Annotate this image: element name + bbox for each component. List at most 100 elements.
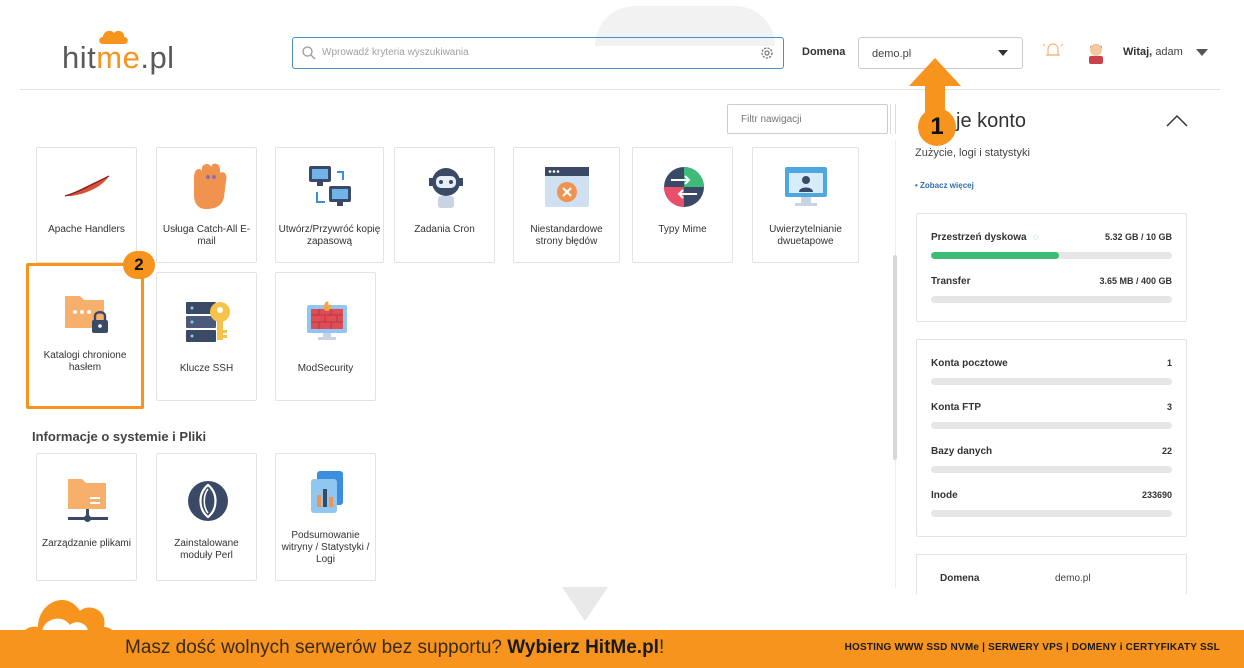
usage-row-disk: Przestrzeń dyskowa ◌ 5.32 GB / 10 GB: [931, 232, 1172, 262]
count-row-mail: Konta pocztowe 1: [931, 358, 1172, 388]
domain-info-card: Domena demo.pl: [916, 554, 1187, 594]
counts-card: Konta pocztowe 1 Konta FTP 3 Bazy danych…: [916, 339, 1187, 537]
domain-select-value: demo.pl: [872, 48, 912, 60]
count-value: 3: [1166, 402, 1172, 412]
usage-progress-bar: [931, 296, 1172, 303]
two-factor-icon: [781, 162, 831, 212]
see-more-link[interactable]: • Zobacz więcej: [915, 181, 974, 190]
content-scrollbar[interactable]: [893, 255, 897, 460]
callout-badge-2: 2: [123, 251, 155, 279]
count-row-inode: Inode 233690: [931, 490, 1172, 520]
tile-mime-types[interactable]: Typy Mime: [632, 147, 733, 263]
tile-label: ModSecurity: [297, 363, 354, 374]
locked-folder-icon: [62, 288, 112, 338]
filter-placeholder: Filtr nawigacji: [741, 114, 802, 125]
count-name: Konta pocztowe: [931, 358, 1008, 369]
tile-ssh-keys[interactable]: Klucze SSH: [156, 272, 257, 401]
user-menu-chevron-icon[interactable]: [1196, 49, 1208, 56]
tile-apache-handlers[interactable]: Apache Handlers: [36, 147, 137, 263]
usage-name: Przestrzeń dyskowa ◌: [931, 232, 1039, 243]
count-row-ftp: Konta FTP 3: [931, 402, 1172, 432]
feather-icon: [63, 162, 113, 212]
error-page-icon: [542, 162, 592, 212]
domain-label: Domena: [802, 46, 846, 58]
banner-services-text: HOSTING WWW SSD NVMe | SERWERY VPS | DOM…: [844, 642, 1220, 653]
tile-label: Usługa Catch-All E-mail: [162, 224, 251, 247]
count-bar: [931, 378, 1172, 385]
tile-backup[interactable]: Utwórz/Przywróć kopię zapasową: [275, 147, 384, 263]
filter-divider: [890, 104, 896, 134]
count-value: 22: [1161, 446, 1172, 456]
tile-label: Zadania Cron: [414, 224, 475, 235]
header-divider: [20, 89, 1220, 90]
mime-icon: [659, 162, 709, 212]
count-bar: [931, 466, 1172, 473]
tile-catch-all-email[interactable]: Usługa Catch-All E-mail: [156, 147, 257, 263]
callout-badge-1: 1: [918, 108, 956, 146]
tile-label: Apache Handlers: [48, 224, 125, 235]
navigation-filter-input[interactable]: Filtr nawigacji: [727, 104, 888, 134]
usage-row-transfer: Transfer 3.65 MB / 400 GB: [931, 276, 1172, 306]
tile-label: Podsumowanie witryny / Statystyki / Logi: [281, 530, 370, 565]
tile-file-manager[interactable]: Zarządzanie plikami: [36, 453, 137, 581]
usage-card: Przestrzeń dyskowa ◌ 5.32 GB / 10 GB Tran…: [916, 213, 1187, 322]
notification-bell-icon[interactable]: [1042, 40, 1064, 62]
promo-banner[interactable]: Masz dość wolnych serwerów bez supportu?…: [0, 630, 1244, 668]
tile-label: Uwierzytelnianie dwuetapowe: [769, 224, 842, 247]
account-title: je konto: [956, 110, 1027, 132]
tile-label: Utwórz/Przywróć kopię zapasową: [278, 224, 381, 247]
domain-info-key: Domena: [940, 573, 980, 584]
hitme-logo[interactable]: hitme.pl: [62, 40, 175, 76]
tile-site-stats-logs[interactable]: Podsumowanie witryny / Statystyki / Logi: [275, 453, 376, 581]
search-icon: [302, 46, 316, 60]
tile-password-protected-dirs[interactable]: Katalogi chronione hasłem: [26, 263, 144, 409]
count-name: Bazy danych: [931, 446, 993, 457]
count-bar: [931, 510, 1172, 517]
usage-progress-fill: [931, 252, 1059, 259]
ssh-key-icon: [183, 297, 233, 347]
count-value: 233690: [1141, 490, 1172, 500]
count-name: Inode: [931, 490, 958, 501]
glove-icon: [183, 162, 233, 212]
refresh-icon: ◌: [1032, 232, 1039, 243]
count-value: 1: [1166, 358, 1172, 368]
usage-progress-bar: [931, 252, 1172, 259]
usage-value: 5.32 GB / 10 GB: [1104, 232, 1172, 242]
usage-value: 3.65 MB / 400 GB: [1099, 276, 1172, 286]
page: hitme.pl Wprowadź kryteria wyszukiwania …: [0, 0, 1244, 668]
tile-modsecurity[interactable]: ModSecurity: [275, 272, 376, 401]
perl-icon: [183, 476, 233, 526]
scroll-down-indicator[interactable]: [562, 587, 608, 621]
tile-label: Zarządzanie plikami: [42, 538, 131, 549]
count-row-databases: Bazy danych 22: [931, 446, 1172, 476]
robot-icon: [421, 162, 471, 212]
tile-cron-jobs[interactable]: Zadania Cron: [394, 147, 495, 263]
tile-label: Niestandardowe strony błędów: [530, 224, 603, 247]
account-subtitle: Zużycie, logi i statystyki: [915, 147, 1030, 159]
tile-two-factor-auth[interactable]: Uwierzytelnianie dwuetapowe: [752, 147, 859, 263]
banner-promo-text: Masz dość wolnych serwerów bez supportu?…: [125, 637, 665, 658]
stats-icon: [302, 468, 352, 518]
search-settings-gear-icon[interactable]: [759, 45, 775, 61]
section-title-system-info: Informacje o systemie i Pliki: [32, 429, 207, 444]
top-header: hitme.pl Wprowadź kryteria wyszukiwania …: [0, 0, 1244, 90]
welcome-user[interactable]: Witaj, adam: [1123, 46, 1183, 58]
firewall-icon: [302, 295, 352, 345]
chevron-down-icon: [998, 50, 1008, 56]
file-manager-icon: [63, 474, 113, 524]
search-placeholder: Wprowadź kryteria wyszukiwania: [322, 47, 469, 58]
count-name: Konta FTP: [931, 402, 981, 413]
tile-label: Klucze SSH: [179, 363, 234, 374]
count-bar: [931, 422, 1172, 429]
tile-label: Zainstalowane moduły Perl: [174, 538, 239, 561]
backup-icon: [306, 162, 356, 212]
domain-info-value: demo.pl: [1055, 573, 1091, 584]
collapse-chevron-up-icon[interactable]: [1165, 114, 1189, 128]
tile-perl-modules[interactable]: Zainstalowane moduły Perl: [156, 453, 257, 581]
tile-label: Katalogi chronione hasłem: [43, 350, 127, 373]
tile-error-pages[interactable]: Niestandardowe strony błędów: [513, 147, 620, 263]
tile-label: Typy Mime: [658, 224, 707, 235]
user-avatar-icon[interactable]: [1085, 40, 1107, 64]
usage-name: Transfer: [931, 276, 971, 287]
search-input[interactable]: Wprowadź kryteria wyszukiwania: [292, 37, 784, 69]
